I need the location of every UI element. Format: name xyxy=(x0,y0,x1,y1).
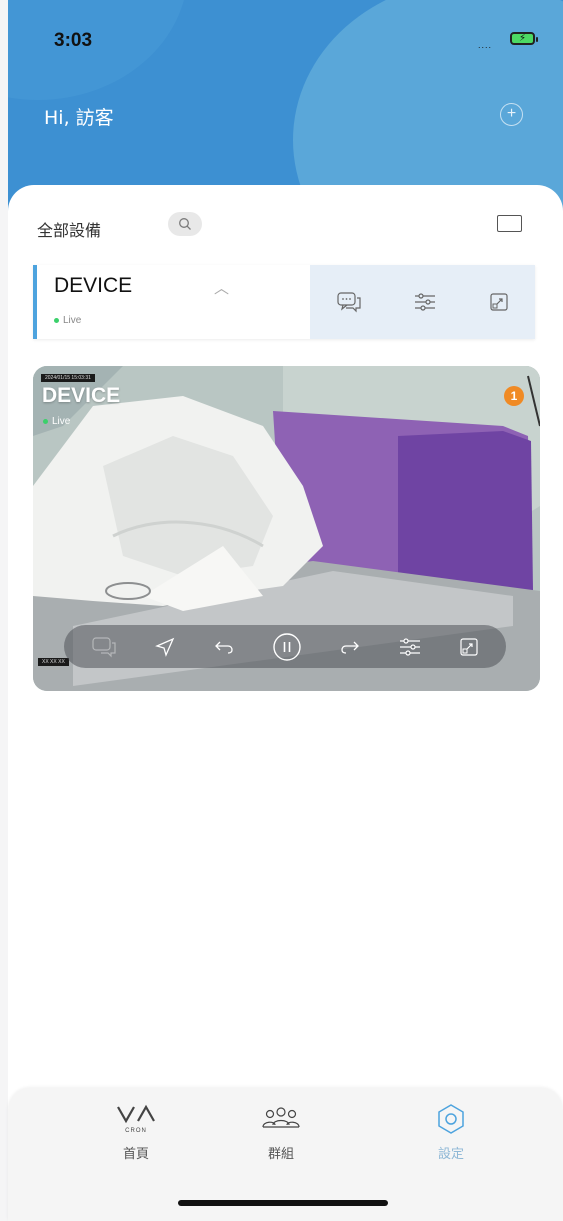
home-indicator[interactable] xyxy=(178,1200,388,1206)
search-icon xyxy=(179,218,191,230)
tab-home-label: 首頁 xyxy=(122,1147,149,1162)
chat-icon[interactable] xyxy=(336,291,362,313)
notification-badge[interactable]: 1 xyxy=(504,386,524,406)
svg-text:CRON: CRON xyxy=(125,1128,147,1134)
pause-icon[interactable] xyxy=(272,632,302,662)
header-decoration xyxy=(8,0,188,100)
group-icon xyxy=(262,1107,300,1128)
tab-groups[interactable]: 群組 xyxy=(236,1103,326,1162)
chat-icon[interactable] xyxy=(91,636,117,658)
expand-icon[interactable] xyxy=(459,637,479,657)
layout-toggle-icon[interactable] xyxy=(497,215,522,232)
video-status: Live xyxy=(43,416,70,427)
device-row[interactable]: DEVICE ︿ Live xyxy=(33,265,535,339)
selection-bar xyxy=(33,265,37,339)
app-screen: 3:03 .... ⚡ Hi, 訪客 + 全部設備 DEVICE ︿ Live xyxy=(0,0,563,1221)
undo-icon[interactable] xyxy=(213,636,235,658)
plus-circle-icon[interactable]: + xyxy=(500,103,523,126)
live-dot xyxy=(54,318,59,323)
video-status-label: Live xyxy=(52,416,71,427)
video-feed[interactable]: 2024/01/15 15:03:31 XX XX XX DEVICE Live… xyxy=(33,366,540,691)
video-device-name: DEVICE xyxy=(42,384,121,407)
sliders-icon[interactable] xyxy=(398,636,422,658)
status-time: 3:03 xyxy=(54,30,93,51)
timestamp-overlay: 2024/01/15 15:03:31 xyxy=(41,374,95,382)
navigate-icon[interactable] xyxy=(154,636,176,658)
timestamp-overlay-bottom: XX XX XX xyxy=(38,658,69,666)
redo-icon[interactable] xyxy=(339,636,361,658)
tab-groups-label: 群組 xyxy=(267,1147,294,1162)
device-toolbar xyxy=(310,265,535,339)
search-button[interactable] xyxy=(168,212,202,236)
device-list-title: 全部設備 xyxy=(37,221,102,240)
greeting-text: Hi, 訪客 xyxy=(44,107,114,129)
tab-home[interactable]: CRON 首頁 xyxy=(91,1103,181,1162)
tab-settings-label: 設定 xyxy=(437,1147,464,1162)
collapse-chevron-icon[interactable]: ︿ xyxy=(214,277,229,298)
battery-charging-icon: ⚡ xyxy=(510,32,538,45)
live-dot xyxy=(43,419,48,424)
video-controls xyxy=(64,625,506,668)
tab-settings[interactable]: 設定 xyxy=(406,1103,496,1162)
device-status-label: Live xyxy=(63,315,82,326)
settings-icon xyxy=(438,1104,464,1134)
vacron-logo-icon: CRON xyxy=(117,1104,155,1134)
device-status: Live xyxy=(54,315,81,326)
signal-indicator: .... xyxy=(478,40,493,50)
sliders-icon[interactable] xyxy=(413,291,437,313)
expand-icon[interactable] xyxy=(489,292,509,312)
device-name: DEVICE xyxy=(54,274,133,297)
